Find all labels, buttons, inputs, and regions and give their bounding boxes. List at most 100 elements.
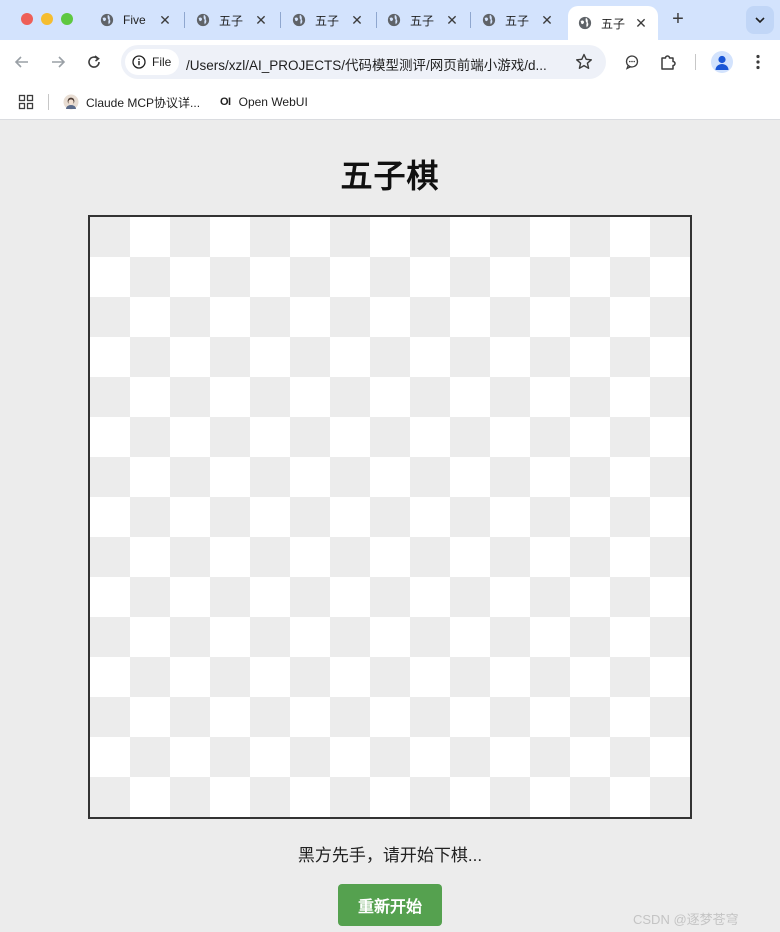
- board-cell[interactable]: [90, 217, 130, 257]
- board-cell[interactable]: [650, 657, 690, 697]
- board-cell[interactable]: [450, 457, 490, 497]
- board-cell[interactable]: [490, 657, 530, 697]
- board-cell[interactable]: [130, 537, 170, 577]
- board-cell[interactable]: [330, 537, 370, 577]
- chat-extension-button[interactable]: [622, 52, 642, 72]
- board-cell[interactable]: [650, 217, 690, 257]
- board-cell[interactable]: [530, 617, 570, 657]
- board-cell[interactable]: [570, 537, 610, 577]
- board-cell[interactable]: [90, 417, 130, 457]
- board-cell[interactable]: [170, 297, 210, 337]
- board-cell[interactable]: [530, 377, 570, 417]
- board-cell[interactable]: [570, 617, 610, 657]
- board-cell[interactable]: [330, 337, 370, 377]
- apps-button[interactable]: [18, 93, 34, 111]
- board-cell[interactable]: [90, 697, 130, 737]
- board-cell[interactable]: [330, 577, 370, 617]
- board-cell[interactable]: [610, 417, 650, 457]
- board-cell[interactable]: [130, 417, 170, 457]
- tab-2[interactable]: 五子 ✕: [186, 7, 278, 33]
- board-cell[interactable]: [130, 217, 170, 257]
- board-cell[interactable]: [610, 377, 650, 417]
- close-window-button[interactable]: [21, 13, 33, 25]
- extensions-button[interactable]: [658, 52, 678, 72]
- board-cell[interactable]: [570, 337, 610, 377]
- board-cell[interactable]: [570, 577, 610, 617]
- board-cell[interactable]: [90, 537, 130, 577]
- board-cell[interactable]: [290, 697, 330, 737]
- fullscreen-window-button[interactable]: [61, 13, 73, 25]
- board-cell[interactable]: [650, 617, 690, 657]
- close-tab-icon[interactable]: ✕: [634, 16, 648, 30]
- board-cell[interactable]: [250, 417, 290, 457]
- board-cell[interactable]: [490, 377, 530, 417]
- minimize-window-button[interactable]: [41, 13, 53, 25]
- board-cell[interactable]: [450, 257, 490, 297]
- board-cell[interactable]: [410, 497, 450, 537]
- board-cell[interactable]: [410, 377, 450, 417]
- board-cell[interactable]: [290, 497, 330, 537]
- board-cell[interactable]: [410, 457, 450, 497]
- board-cell[interactable]: [610, 537, 650, 577]
- board-cell[interactable]: [610, 457, 650, 497]
- board-cell[interactable]: [570, 377, 610, 417]
- board-cell[interactable]: [170, 617, 210, 657]
- board-cell[interactable]: [610, 337, 650, 377]
- board-cell[interactable]: [170, 737, 210, 777]
- board-cell[interactable]: [530, 217, 570, 257]
- board-cell[interactable]: [290, 377, 330, 417]
- board-cell[interactable]: [570, 417, 610, 457]
- board-cell[interactable]: [450, 297, 490, 337]
- board-cell[interactable]: [370, 297, 410, 337]
- board-cell[interactable]: [90, 377, 130, 417]
- board-cell[interactable]: [370, 737, 410, 777]
- board-cell[interactable]: [610, 697, 650, 737]
- board-cell[interactable]: [610, 577, 650, 617]
- board-cell[interactable]: [250, 497, 290, 537]
- board-cell[interactable]: [370, 457, 410, 497]
- board-cell[interactable]: [530, 657, 570, 697]
- board-cell[interactable]: [370, 697, 410, 737]
- board-cell[interactable]: [130, 737, 170, 777]
- board-cell[interactable]: [570, 777, 610, 817]
- board-cell[interactable]: [370, 617, 410, 657]
- board-cell[interactable]: [410, 577, 450, 617]
- board-cell[interactable]: [290, 257, 330, 297]
- profile-avatar[interactable]: [711, 51, 733, 73]
- board-cell[interactable]: [90, 577, 130, 617]
- board-cell[interactable]: [650, 257, 690, 297]
- board-cell[interactable]: [210, 537, 250, 577]
- board-cell[interactable]: [530, 417, 570, 457]
- board-cell[interactable]: [170, 577, 210, 617]
- board-cell[interactable]: [410, 657, 450, 697]
- board-cell[interactable]: [650, 497, 690, 537]
- board-cell[interactable]: [170, 337, 210, 377]
- board-cell[interactable]: [530, 737, 570, 777]
- bookmark-claude-mcp[interactable]: Claude MCP协议详...: [63, 93, 200, 111]
- board-cell[interactable]: [210, 697, 250, 737]
- board-cell[interactable]: [450, 577, 490, 617]
- board-cell[interactable]: [450, 657, 490, 697]
- board-cell[interactable]: [250, 657, 290, 697]
- board-cell[interactable]: [570, 217, 610, 257]
- board-cell[interactable]: [450, 537, 490, 577]
- board-cell[interactable]: [290, 417, 330, 457]
- board-cell[interactable]: [130, 377, 170, 417]
- board-cell[interactable]: [130, 457, 170, 497]
- board-cell[interactable]: [490, 497, 530, 537]
- board-cell[interactable]: [650, 337, 690, 377]
- board-cell[interactable]: [530, 777, 570, 817]
- board-cell[interactable]: [210, 657, 250, 697]
- board-cell[interactable]: [330, 257, 370, 297]
- board-cell[interactable]: [370, 537, 410, 577]
- board-cell[interactable]: [210, 577, 250, 617]
- board-cell[interactable]: [250, 617, 290, 657]
- board-cell[interactable]: [330, 617, 370, 657]
- board-cell[interactable]: [250, 337, 290, 377]
- board-cell[interactable]: [530, 297, 570, 337]
- board-cell[interactable]: [490, 537, 530, 577]
- board-cell[interactable]: [530, 257, 570, 297]
- board-cell[interactable]: [90, 497, 130, 537]
- board-cell[interactable]: [290, 457, 330, 497]
- board-cell[interactable]: [210, 217, 250, 257]
